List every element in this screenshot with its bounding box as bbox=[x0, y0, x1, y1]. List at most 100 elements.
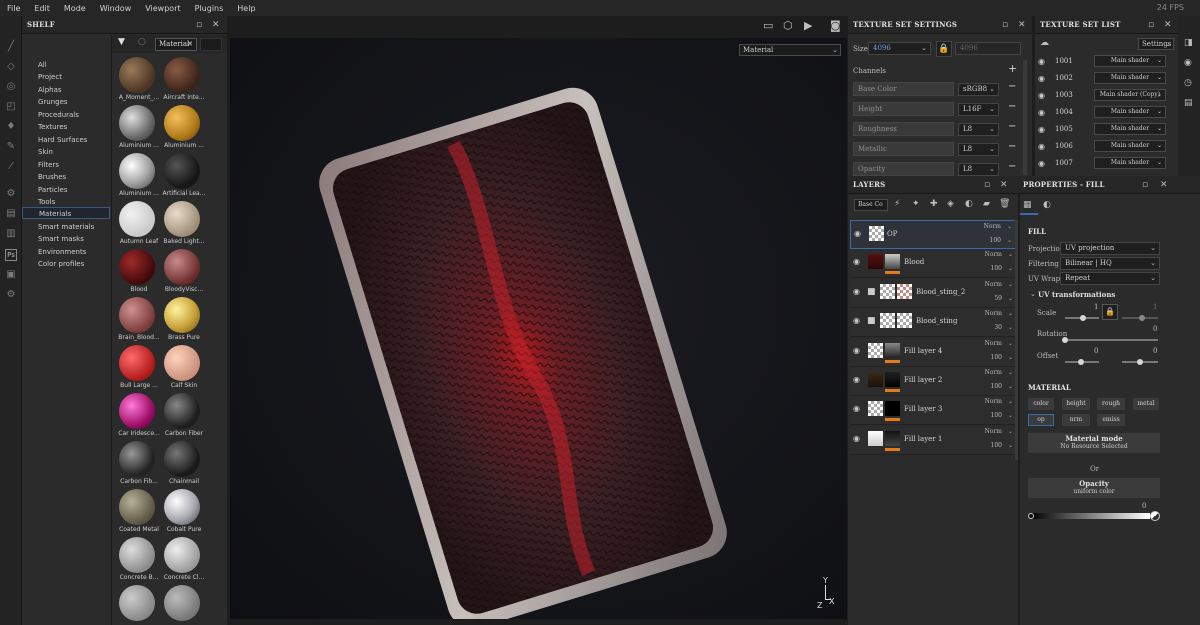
layer-opacity[interactable]: 59 bbox=[994, 295, 1002, 302]
size-select[interactable]: 4096 ⌄ bbox=[868, 42, 931, 55]
menu-help[interactable]: Help bbox=[230, 4, 262, 13]
category-brushes[interactable]: Brushes bbox=[38, 171, 108, 183]
material-tile[interactable]: Baked Light... bbox=[158, 199, 210, 249]
video-camera-icon[interactable]: ▶ bbox=[804, 19, 812, 32]
mask-thumbnail[interactable] bbox=[885, 401, 900, 417]
paint-brush-icon[interactable]: ╱ bbox=[5, 41, 17, 53]
visibility-eye-icon[interactable]: ◉ bbox=[1038, 108, 1045, 117]
scale-lock-icon[interactable]: 🔒 bbox=[1102, 304, 1118, 320]
search-icon[interactable]: ○ bbox=[138, 37, 146, 47]
menu-plugins[interactable]: Plugins bbox=[188, 4, 231, 13]
cube-icon[interactable]: ⬡ bbox=[783, 19, 793, 32]
category-grunges[interactable]: Grunges bbox=[38, 96, 108, 108]
visibility-eye-icon[interactable]: ◉ bbox=[853, 287, 863, 295]
layer-row[interactable]: ◉ Fill layer 3 Norm ⌄ 100 ⌄ bbox=[850, 396, 1016, 426]
camera-frame-icon[interactable]: ▭ bbox=[763, 19, 773, 32]
visibility-eye-icon[interactable]: ◉ bbox=[853, 258, 863, 266]
visibility-eye-icon[interactable]: ◉ bbox=[1038, 125, 1045, 134]
undock-icon[interactable]: ▫ bbox=[196, 19, 202, 31]
offset-v-knob[interactable] bbox=[1137, 359, 1143, 365]
eraser-icon[interactable]: ◇ bbox=[5, 61, 17, 73]
projection-select[interactable]: UV projection ⌄ bbox=[1060, 242, 1160, 255]
menu-viewport[interactable]: Viewport bbox=[138, 4, 187, 13]
cloud-icon[interactable]: ☁ bbox=[1040, 38, 1049, 48]
texture-set-row[interactable]: ◉ 1004 Main shader ⌄ bbox=[1036, 105, 1170, 121]
material-tile[interactable]: Chainmail bbox=[158, 439, 210, 489]
mask-thumbnail[interactable] bbox=[885, 254, 900, 270]
add-folder-icon[interactable]: ▰ bbox=[983, 199, 990, 209]
shader-select[interactable]: Main shader ⌄ bbox=[1094, 123, 1166, 135]
history-icon[interactable]: ◷ bbox=[1184, 78, 1192, 88]
scale-u-knob[interactable] bbox=[1080, 315, 1086, 321]
menu-mode[interactable]: Mode bbox=[57, 4, 93, 13]
layer-opacity[interactable]: 100 bbox=[991, 412, 1002, 419]
channel-format-select[interactable]: L8 ⌄ bbox=[958, 143, 999, 156]
category-smart-materials[interactable]: Smart materials bbox=[38, 221, 108, 233]
category-all[interactable]: All bbox=[38, 59, 108, 71]
layer-row[interactable]: ◉ Fill layer 4 Norm ⌄ 100 ⌄ bbox=[850, 337, 1016, 367]
texture-set-settings-dropdown[interactable]: Settings ⌄ bbox=[1138, 38, 1174, 50]
channel-format-select[interactable]: sRGB8 ⌄ bbox=[958, 83, 999, 96]
blend-mode[interactable]: Norm bbox=[985, 428, 1002, 435]
category-particles[interactable]: Particles bbox=[38, 184, 108, 196]
channel-format-select[interactable]: L8 ⌄ bbox=[958, 123, 999, 136]
layer-row[interactable]: ◉ ■ Blood_sting Norm ⌄ 30 ⌄ bbox=[850, 308, 1016, 338]
projection-icon[interactable]: ◎ bbox=[5, 81, 17, 93]
fill-properties-tab-icon[interactable]: ▦ bbox=[1023, 200, 1032, 210]
layer-opacity[interactable]: 100 bbox=[991, 442, 1002, 449]
channels-scrollbar[interactable] bbox=[1023, 60, 1027, 175]
layer-channel-select[interactable]: Base Co bbox=[854, 199, 888, 211]
layers-dock-icon[interactable]: ◨ bbox=[1184, 38, 1193, 48]
channel-toggle-metal[interactable]: metal bbox=[1133, 398, 1159, 410]
blend-mode[interactable]: Norm bbox=[985, 340, 1002, 347]
visibility-eye-icon[interactable]: ◉ bbox=[1038, 159, 1045, 168]
category-smart-masks[interactable]: Smart masks bbox=[38, 233, 108, 245]
material-tile[interactable]: Carbon Fiber bbox=[158, 391, 210, 441]
layer-row[interactable]: ◉ Fill layer 1 Norm ⌄ 100 ⌄ bbox=[850, 425, 1016, 455]
undock-icon[interactable]: ▫ bbox=[984, 179, 990, 191]
close-icon[interactable]: ✕ bbox=[212, 19, 220, 31]
rotation-knob[interactable] bbox=[1062, 337, 1068, 343]
photoshop-icon[interactable]: Ps bbox=[5, 249, 17, 261]
shader-select[interactable]: Main shader ⌄ bbox=[1094, 72, 1166, 84]
settings-gear-icon[interactable]: ⚙ bbox=[5, 289, 17, 301]
visibility-eye-icon[interactable]: ◉ bbox=[1038, 142, 1045, 151]
material-tile[interactable]: Cobalt Pure bbox=[158, 487, 210, 537]
collapse-chevron-icon[interactable]: ⌄ bbox=[1030, 290, 1036, 298]
close-icon[interactable]: ✕ bbox=[1000, 179, 1008, 191]
add-mask-icon[interactable]: ◐ bbox=[965, 199, 973, 209]
layer-opacity[interactable]: 100 bbox=[991, 383, 1002, 390]
channel-toggle-rough[interactable]: rough bbox=[1097, 398, 1125, 410]
material-properties-tab-icon[interactable]: ◐ bbox=[1043, 200, 1051, 210]
category-procedurals[interactable]: Procedurals bbox=[38, 109, 108, 121]
visibility-eye-icon[interactable]: ◉ bbox=[853, 346, 863, 354]
mask-thumbnail[interactable] bbox=[885, 372, 900, 387]
layers-scrollbar[interactable] bbox=[1015, 220, 1018, 460]
channel-toggle-op[interactable]: op bbox=[1028, 414, 1054, 426]
channel-format-select[interactable]: L8 ⌄ bbox=[958, 163, 999, 176]
undock-icon[interactable]: ▫ bbox=[1002, 19, 1008, 31]
channel-toggle-nrm[interactable]: nrm bbox=[1062, 414, 1090, 426]
category-environments[interactable]: Environments bbox=[38, 246, 108, 258]
camera-dock-icon[interactable]: ◉ bbox=[1184, 58, 1192, 68]
category-filters[interactable]: Filters bbox=[38, 159, 108, 171]
visibility-eye-icon[interactable]: ◉ bbox=[853, 405, 863, 413]
add-effect-icon[interactable]: ✦ bbox=[912, 199, 920, 209]
category-color-profiles[interactable]: Color profiles bbox=[38, 258, 108, 270]
material-tile[interactable] bbox=[158, 583, 210, 625]
texture-set-row[interactable]: ◉ 1007 Main shader ⌄ bbox=[1036, 156, 1170, 172]
material-tile[interactable]: Artificial Lea... bbox=[158, 151, 210, 201]
add-paint-layer-icon[interactable]: ✚ bbox=[930, 199, 938, 209]
visibility-eye-icon[interactable]: ◉ bbox=[1038, 91, 1045, 100]
clone-icon[interactable]: ✎ bbox=[5, 141, 17, 153]
export-icon[interactable]: ▤ bbox=[5, 208, 17, 220]
material-tile[interactable]: Brass Pure bbox=[158, 295, 210, 345]
layer-row[interactable]: ◉ Fill layer 2 Norm ⌄ 100 ⌄ bbox=[850, 367, 1016, 396]
remove-channel-icon[interactable]: − bbox=[1008, 141, 1016, 152]
layer-opacity[interactable]: 100 bbox=[990, 237, 1001, 244]
display-settings-icon[interactable]: ▥ bbox=[5, 228, 17, 240]
blend-mode[interactable]: Norm bbox=[985, 251, 1002, 258]
layer-opacity[interactable]: 100 bbox=[991, 265, 1002, 272]
material-tile[interactable]: Aluminium ... bbox=[158, 103, 210, 153]
visibility-eye-icon[interactable]: ◉ bbox=[1038, 57, 1045, 66]
